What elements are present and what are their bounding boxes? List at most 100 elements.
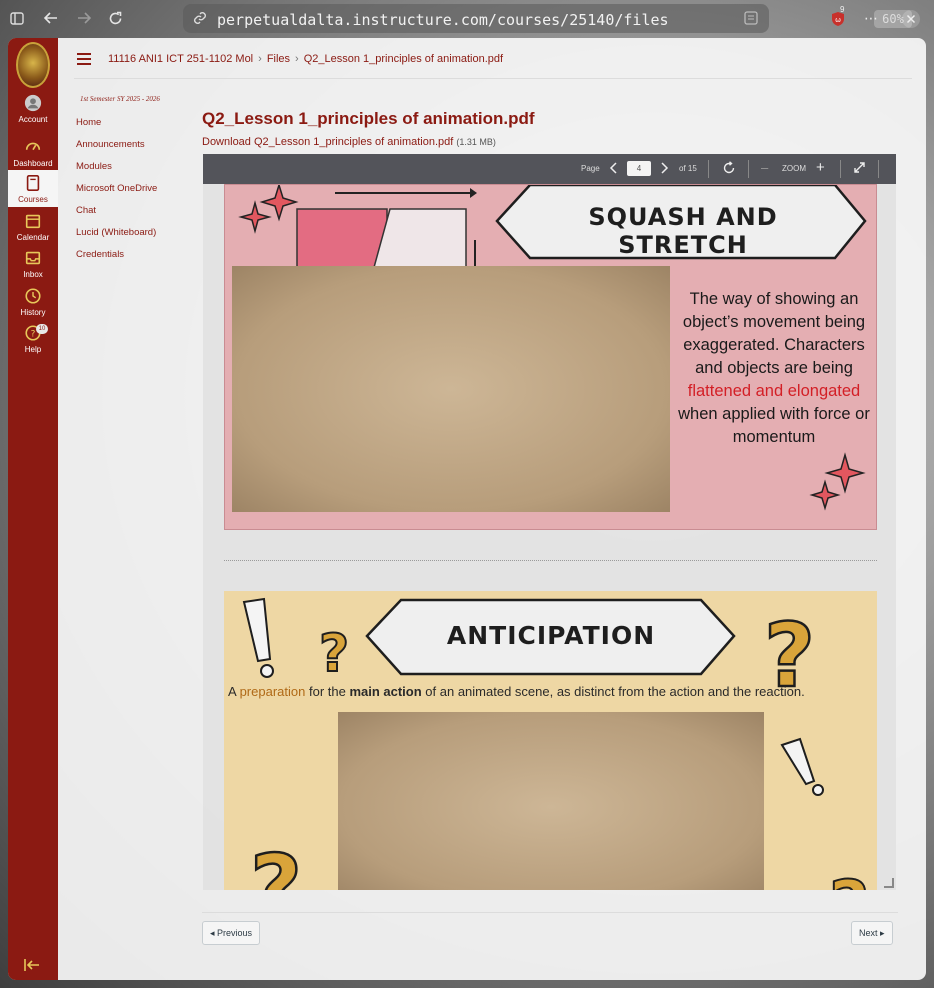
- svg-text:?: ?: [829, 866, 870, 890]
- description-highlight: flattened and elongated: [687, 382, 861, 400]
- toolbar-separator: [840, 160, 841, 178]
- slide-description: The way of showing an object’s movement …: [668, 288, 876, 449]
- forward-icon[interactable]: [76, 11, 92, 29]
- description-highlight: preparation: [239, 684, 306, 699]
- course-nav-credentials[interactable]: Credentials: [76, 249, 157, 271]
- inbox-icon: [25, 251, 41, 265]
- book-icon: [26, 174, 40, 192]
- browser-window: Account Dashboard Courses Calendar Inbox…: [8, 38, 926, 980]
- zoom-out-icon[interactable]: –: [761, 161, 768, 175]
- course-nav-lucid[interactable]: Lucid (Whiteboard): [76, 227, 157, 249]
- download-line: Download Q2_Lesson 1_principles of anima…: [202, 136, 496, 148]
- pdf-page-5: ? ? ? ? ANTICIPATION A preparation for t…: [224, 591, 877, 890]
- global-navigation: Account Dashboard Courses Calendar Inbox…: [8, 38, 58, 980]
- paper-texture-image: [232, 266, 670, 512]
- slide-title: SQUASH AND STRETCH: [588, 203, 778, 259]
- download-link[interactable]: Download Q2_Lesson 1_principles of anima…: [202, 136, 453, 148]
- calendar-icon: [25, 214, 41, 229]
- header-divider: [74, 78, 912, 79]
- course-nav-chat[interactable]: Chat: [76, 205, 157, 227]
- slide-description: A preparation for the main action of an …: [228, 684, 805, 699]
- previous-button[interactable]: ◂ Previous: [202, 921, 261, 945]
- zoom-label: ZOOM: [782, 164, 806, 173]
- global-nav-label: Courses: [18, 195, 48, 204]
- svg-text:?: ?: [250, 836, 302, 890]
- breadcrumb-current-file: Q2_Lesson 1_principles of animation.pdf: [303, 53, 504, 65]
- global-nav-label: Account: [18, 115, 48, 124]
- next-page-icon[interactable]: [659, 161, 669, 178]
- slide-title: ANTICIPATION: [446, 621, 656, 650]
- toolbar-separator: [708, 160, 709, 178]
- sidebar-toggle-icon[interactable]: [10, 12, 24, 29]
- global-nav-help[interactable]: ? 10 Help: [8, 324, 58, 354]
- description-text: for the: [305, 684, 350, 699]
- course-navigation: Home Announcements Modules Microsoft One…: [76, 117, 157, 271]
- address-bar[interactable]: perpetualdalta.instructure.com/courses/2…: [183, 4, 912, 33]
- global-nav-account[interactable]: Account: [8, 94, 58, 124]
- url-text: perpetualdalta.instructure.com/courses/2…: [217, 11, 669, 29]
- svg-text:?: ?: [319, 624, 349, 684]
- global-nav-label: Help: [24, 345, 42, 354]
- paper-texture-image: [338, 712, 764, 890]
- svg-text:?: ?: [31, 330, 36, 340]
- previous-page-icon[interactable]: [609, 161, 619, 178]
- reader-view-icon[interactable]: [744, 11, 758, 29]
- rotate-icon[interactable]: [722, 161, 736, 178]
- next-button[interactable]: Next ▸: [851, 921, 893, 945]
- description-text: A: [228, 684, 240, 699]
- breadcrumb-course[interactable]: 11116 ANI1 ICT 251-1102 Mol: [108, 53, 253, 65]
- pdf-page-4: SQUASH AND STRETCH The way of showing an…: [224, 184, 877, 530]
- more-menu-icon[interactable]: ⋯: [864, 10, 878, 26]
- toolbar-separator: [878, 160, 879, 178]
- global-nav-label: History: [20, 308, 46, 317]
- page-number-input[interactable]: 4: [627, 161, 651, 176]
- fullscreen-icon[interactable]: [853, 161, 866, 177]
- global-nav-courses[interactable]: Courses: [8, 170, 58, 207]
- extension-badge: 9: [840, 5, 845, 14]
- zoom-in-icon[interactable]: +: [816, 160, 825, 175]
- global-nav-dashboard[interactable]: Dashboard: [8, 138, 58, 168]
- page-divider: [224, 560, 877, 561]
- svg-text:ω: ω: [835, 16, 841, 24]
- course-nav-announcements[interactable]: Announcements: [76, 139, 157, 161]
- global-nav-calendar[interactable]: Calendar: [8, 212, 58, 242]
- clock-icon: [25, 288, 41, 304]
- page-label: Page: [581, 164, 600, 173]
- user-icon: [24, 94, 42, 112]
- page-total: of 15: [679, 164, 697, 173]
- help-badge: 10: [36, 324, 48, 334]
- institution-logo[interactable]: [16, 42, 50, 88]
- back-icon[interactable]: [43, 11, 59, 29]
- pdf-toolbar: Page 4 of 15 – ZOOM +: [203, 154, 896, 184]
- course-menu-toggle[interactable]: [77, 53, 91, 65]
- breadcrumb-separator: ›: [258, 53, 262, 65]
- collapse-nav-icon[interactable]: [24, 958, 40, 976]
- close-tab-icon[interactable]: [901, 9, 921, 33]
- breadcrumb: 11116 ANI1 ICT 251-1102 Mol › Files › Q2_Les…: [108, 53, 503, 65]
- page-title: Q2_Lesson 1_principles of animation.pdf: [202, 109, 535, 128]
- resize-handle[interactable]: [884, 878, 894, 888]
- breadcrumb-files[interactable]: Files: [267, 53, 290, 65]
- global-nav-label: Inbox: [23, 270, 43, 279]
- global-nav-history[interactable]: History: [8, 287, 58, 317]
- global-nav-label: Calendar: [16, 233, 50, 242]
- browser-toolbar: perpetualdalta.instructure.com/courses/2…: [0, 0, 934, 38]
- footer-divider: [202, 912, 898, 913]
- course-nav-home[interactable]: Home: [76, 117, 157, 139]
- course-nav-modules[interactable]: Modules: [76, 161, 157, 183]
- extension-shield-icon[interactable]: ω: [830, 11, 846, 31]
- course-nav-onedrive[interactable]: Microsoft OneDrive: [76, 183, 157, 205]
- file-size: (1.31 MB): [456, 137, 496, 147]
- link-icon: [193, 11, 207, 29]
- global-nav-label: Dashboard: [13, 159, 53, 168]
- description-bold: main action: [349, 684, 422, 699]
- dashboard-icon: [25, 142, 41, 151]
- description-text: when applied with force or momentum: [678, 405, 870, 446]
- reload-icon[interactable]: [108, 11, 123, 30]
- breadcrumb-separator: ›: [295, 53, 299, 65]
- toolbar-separator: [748, 160, 749, 178]
- pdf-viewer[interactable]: Page 4 of 15 – ZOOM + SQUASH AND STRETCH…: [203, 154, 896, 890]
- term-label: 1st Semester SY 2025 - 2026: [80, 95, 160, 103]
- global-nav-inbox[interactable]: Inbox: [8, 249, 58, 279]
- description-text: of an animated scene, as distinct from t…: [421, 684, 805, 699]
